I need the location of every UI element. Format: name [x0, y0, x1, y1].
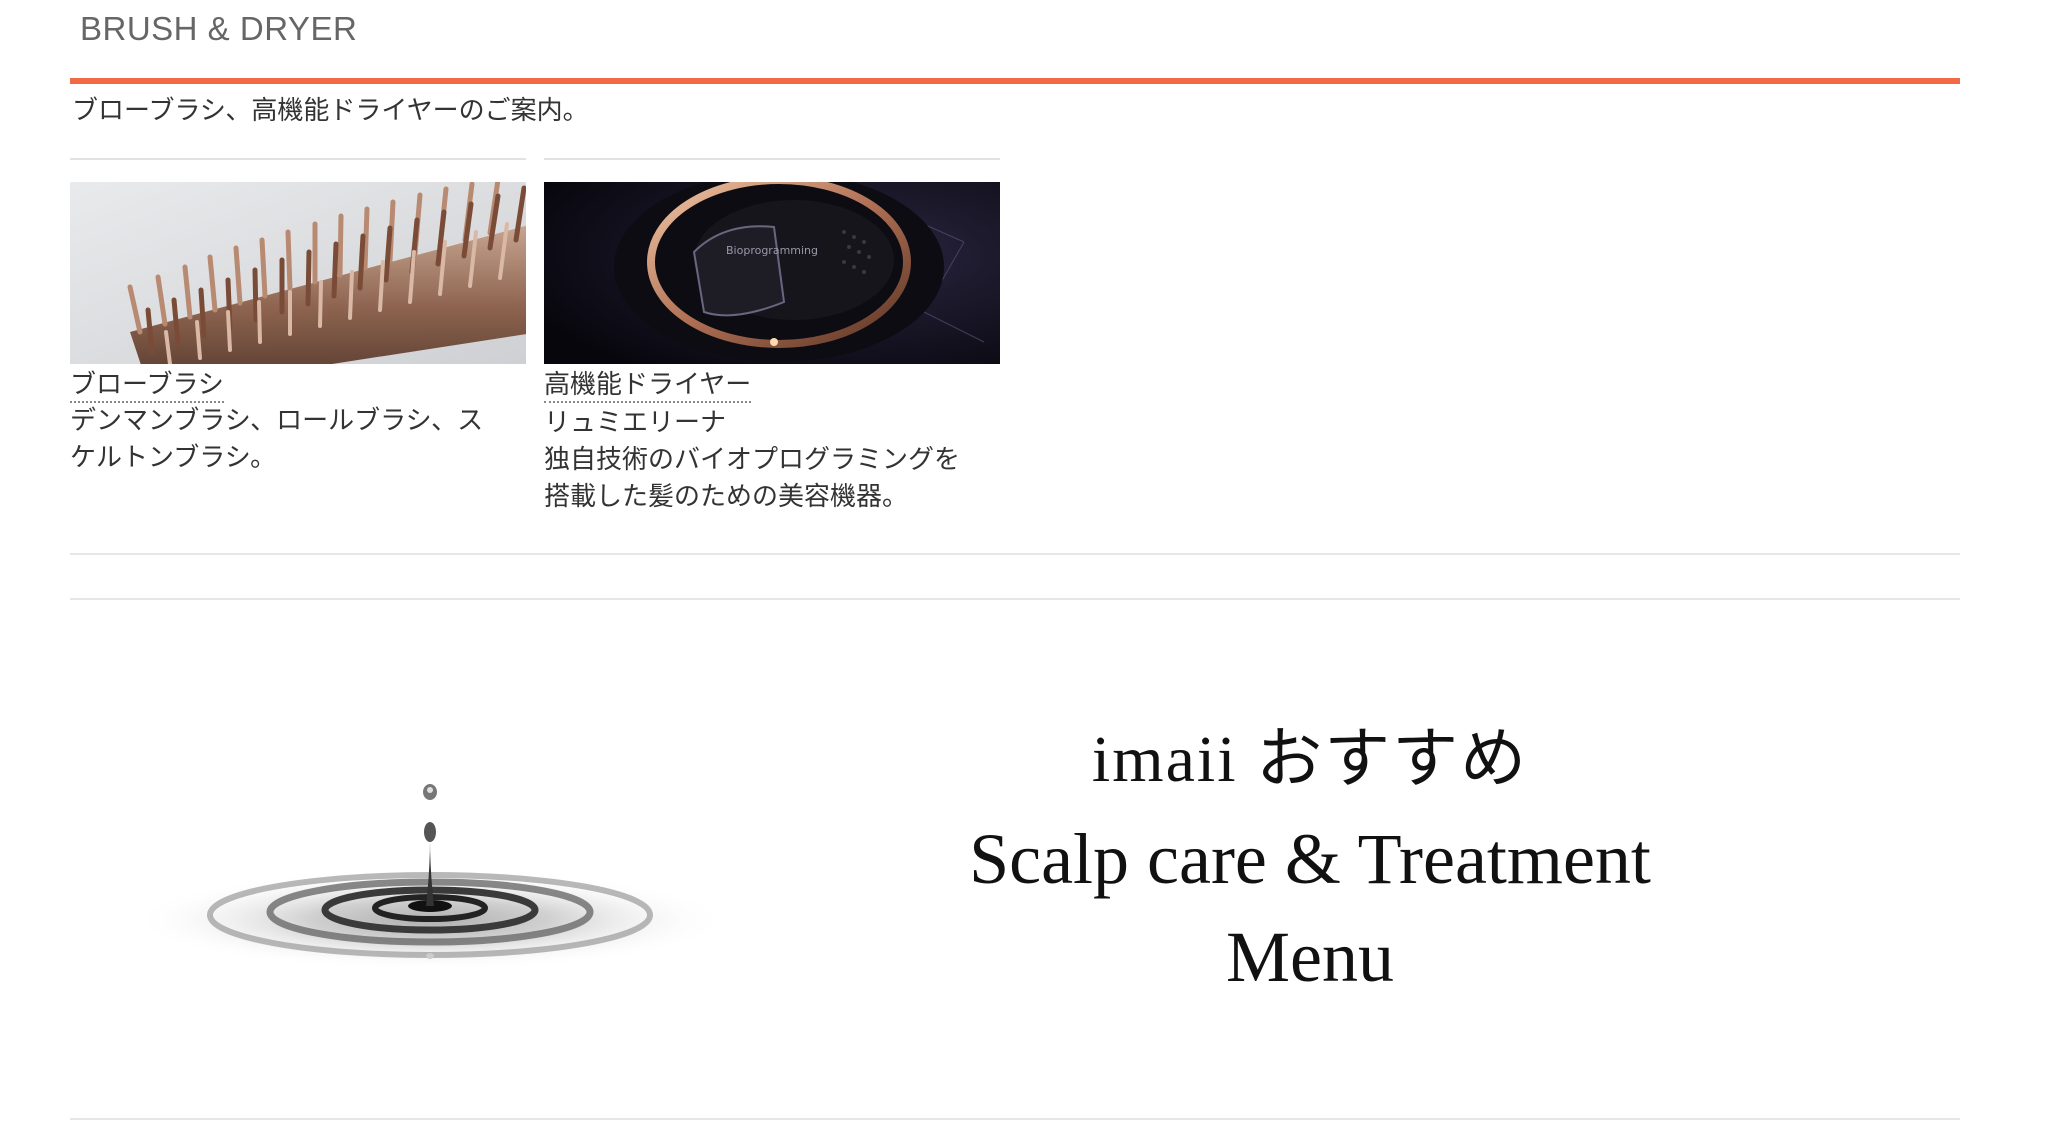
brush-card-text-line2: ケルトンブラシ。 [70, 443, 277, 473]
brush-card-title[interactable]: ブローブラシ [70, 370, 224, 403]
dryer-image-label: Bioprogramming [726, 244, 818, 257]
section-divider [70, 598, 1960, 600]
brush-photo-icon[interactable] [70, 182, 526, 364]
section-divider [70, 1118, 1960, 1120]
dryer-card-title[interactable]: 高機能ドライヤー [544, 370, 752, 403]
product-card-brush: ブローブラシ デンマンブラシ、ロールブラシ、ス ケルトンブラシ。 [70, 158, 526, 477]
section-accent-bar [70, 78, 1960, 84]
card-divider [70, 158, 526, 160]
brush-card-link[interactable]: ブローブラシ [70, 182, 526, 403]
dryer-card-text-line2: 搭載した髪のための美容機器。 [544, 482, 909, 512]
banner-text: imaii おすすめ Scalp care & Treatment Menu [810, 710, 1810, 1006]
banner-line-2: Scalp care & Treatment [969, 819, 1651, 899]
section-divider [70, 553, 1960, 555]
dryer-card-text-line1: 独自技術のバイオプログラミングを [544, 445, 961, 475]
brush-card-text-line1: デンマンブラシ、ロールブラシ、ス [70, 406, 484, 436]
dryer-card-link[interactable]: Bioprogramming 高機能ドライヤー [544, 182, 1000, 403]
dryer-card-subtitle: リュミエリーナ [544, 408, 727, 438]
card-divider [544, 158, 1000, 160]
section-title: BRUSH & DRYER [80, 10, 358, 47]
banner-line-1: imaii おすすめ [1091, 723, 1529, 796]
banner-line-3: Menu [1226, 917, 1394, 997]
water-drop-ripple-icon [130, 720, 730, 984]
scalp-care-banner[interactable]: imaii おすすめ Scalp care & Treatment Menu [70, 620, 1960, 1090]
section-description: ブローブラシ、高機能ドライヤーのご案内。 [72, 96, 589, 126]
dryer-photo-icon[interactable]: Bioprogramming [544, 182, 1000, 364]
product-card-dryer: Bioprogramming 高機能ドライヤー リュミエリーナ 独自技術のバイオ… [544, 158, 1000, 516]
